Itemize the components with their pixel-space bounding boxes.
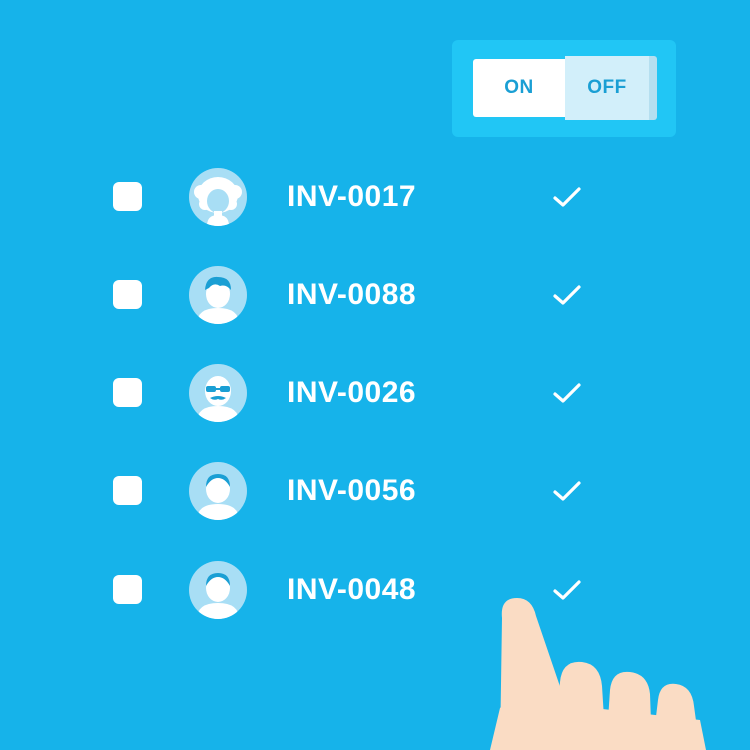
stage: ON OFF INV-0017 INV-0088 INV-0026 INV-00…	[0, 0, 750, 750]
invoice-id: INV-0017	[287, 180, 417, 213]
check-icon	[553, 383, 581, 403]
list-item: INV-0026	[0, 353, 750, 433]
row-checkbox[interactable]	[113, 378, 142, 407]
avatar-curly-hair-icon	[189, 168, 247, 226]
check-icon	[553, 481, 581, 501]
row-checkbox[interactable]	[113, 575, 142, 604]
row-checkbox[interactable]	[113, 280, 142, 309]
invoice-id: INV-0056	[287, 474, 417, 507]
on-off-toggle[interactable]: ON OFF	[473, 56, 659, 121]
avatar-person-icon	[189, 462, 247, 520]
avatar-person-icon	[189, 561, 247, 619]
check-icon	[553, 187, 581, 207]
check-icon	[553, 285, 581, 305]
invoice-id: INV-0048	[287, 573, 417, 606]
toggle-on-label[interactable]: ON	[473, 59, 565, 117]
pointing-hand-icon	[490, 598, 706, 750]
list-item: INV-0088	[0, 255, 750, 335]
list-item: INV-0056	[0, 451, 750, 531]
toggle-off-label[interactable]: OFF	[565, 56, 649, 120]
invoice-id: INV-0026	[287, 376, 417, 409]
avatar-glasses-mustache-icon	[189, 364, 247, 422]
row-checkbox[interactable]	[113, 476, 142, 505]
invoice-id: INV-0088	[287, 278, 417, 311]
toggle-edge	[649, 56, 657, 120]
toggle-panel: ON OFF	[452, 40, 676, 137]
list-item: INV-0017	[0, 157, 750, 237]
avatar-short-hair-icon	[189, 266, 247, 324]
row-checkbox[interactable]	[113, 182, 142, 211]
